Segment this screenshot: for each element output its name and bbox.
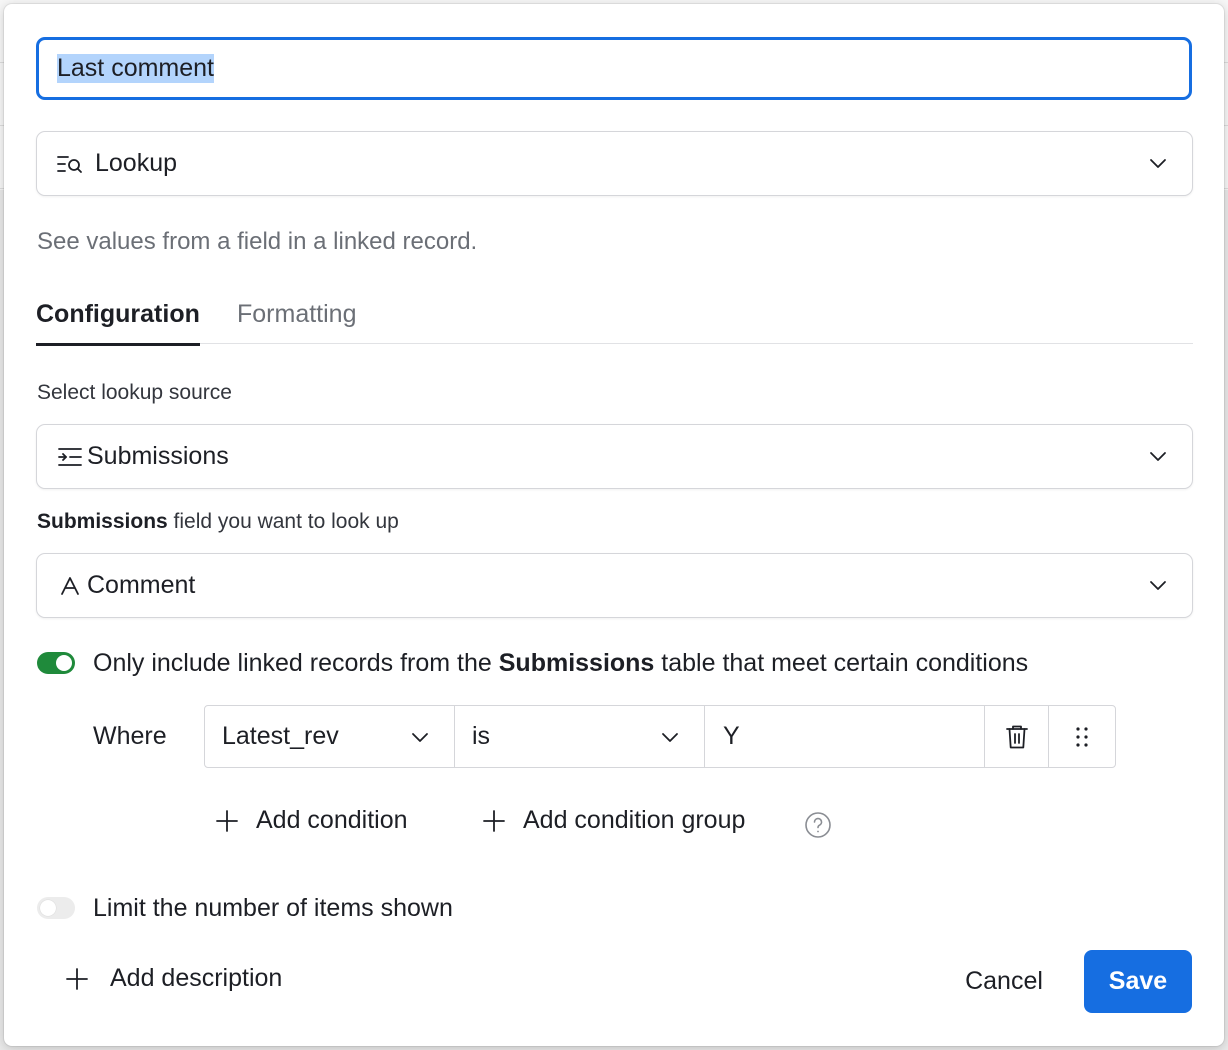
trash-icon xyxy=(1005,725,1028,748)
field-config-dialog: Last comment Lookup See values from a fi… xyxy=(4,4,1224,1046)
add-condition-group-button[interactable]: Add condition group xyxy=(481,806,745,835)
text-field-icon xyxy=(55,571,85,601)
condition-value-text: Y xyxy=(723,722,740,750)
condition-operator-value: is xyxy=(472,722,491,750)
add-description-button[interactable]: Add description xyxy=(64,964,282,993)
condition-row: Latest_rev is Y xyxy=(204,705,1116,768)
chevron-down-icon xyxy=(1150,452,1166,461)
field-name-text: Last comment xyxy=(57,54,215,83)
field-name-input[interactable]: Last comment xyxy=(36,37,1192,100)
tab-formatting[interactable]: Formatting xyxy=(237,300,356,344)
lookup-field-label-table: Submissions xyxy=(37,510,168,533)
add-condition-button[interactable]: Add condition xyxy=(214,806,408,835)
lookup-source-value: Submissions xyxy=(87,442,229,470)
plus-icon xyxy=(216,809,238,832)
lookup-source-label: Select lookup source xyxy=(37,381,232,404)
conditions-toggle-text: Only include linked records from the Sub… xyxy=(93,649,1028,678)
conditions-toggle[interactable] xyxy=(37,652,75,674)
tab-configuration[interactable]: Configuration xyxy=(36,300,200,346)
drag-handle[interactable] xyxy=(1049,706,1115,767)
lookup-icon xyxy=(55,149,85,179)
conditions-text-before: Only include linked records from the xyxy=(93,649,499,677)
lookup-source-select[interactable]: Submissions xyxy=(36,424,1193,489)
field-type-select[interactable]: Lookup xyxy=(36,131,1193,196)
chevron-down-icon xyxy=(1150,159,1166,168)
plus-icon xyxy=(66,967,88,990)
where-label: Where xyxy=(93,722,167,750)
condition-field-select[interactable]: Latest_rev xyxy=(205,706,455,767)
delete-condition-button[interactable] xyxy=(985,706,1049,767)
tab-bar: Configuration Formatting xyxy=(36,300,1193,346)
add-condition-group-label: Add condition group xyxy=(523,806,746,834)
condition-field-value: Latest_rev xyxy=(222,722,339,750)
condition-value-input[interactable]: Y xyxy=(705,706,985,767)
drag-dots-icon xyxy=(1076,726,1088,747)
lookup-field-label: Submissions field you want to look up xyxy=(37,510,399,534)
field-type-description: See values from a field in a linked reco… xyxy=(37,228,478,255)
cancel-button[interactable]: Cancel xyxy=(944,950,1064,1013)
plus-icon xyxy=(483,809,505,832)
conditions-text-table: Submissions xyxy=(498,649,655,677)
chevron-down-icon xyxy=(412,733,428,742)
limit-items-toggle[interactable] xyxy=(37,897,75,919)
conditions-text-after: table that meet certain conditions xyxy=(654,649,1029,677)
chevron-down-icon xyxy=(1150,581,1166,590)
lookup-field-value: Comment xyxy=(87,571,196,599)
add-description-label: Add description xyxy=(110,964,283,992)
linked-record-icon xyxy=(55,442,85,472)
chevron-down-icon xyxy=(662,733,678,742)
add-condition-label: Add condition xyxy=(256,806,408,834)
help-icon[interactable] xyxy=(804,811,832,839)
lookup-field-select[interactable]: Comment xyxy=(36,553,1193,618)
lookup-field-label-rest: field you want to look up xyxy=(167,510,399,533)
save-button[interactable]: Save xyxy=(1084,950,1192,1013)
field-type-label: Lookup xyxy=(95,149,178,177)
limit-items-text: Limit the number of items shown xyxy=(93,894,453,922)
condition-operator-select[interactable]: is xyxy=(455,706,705,767)
